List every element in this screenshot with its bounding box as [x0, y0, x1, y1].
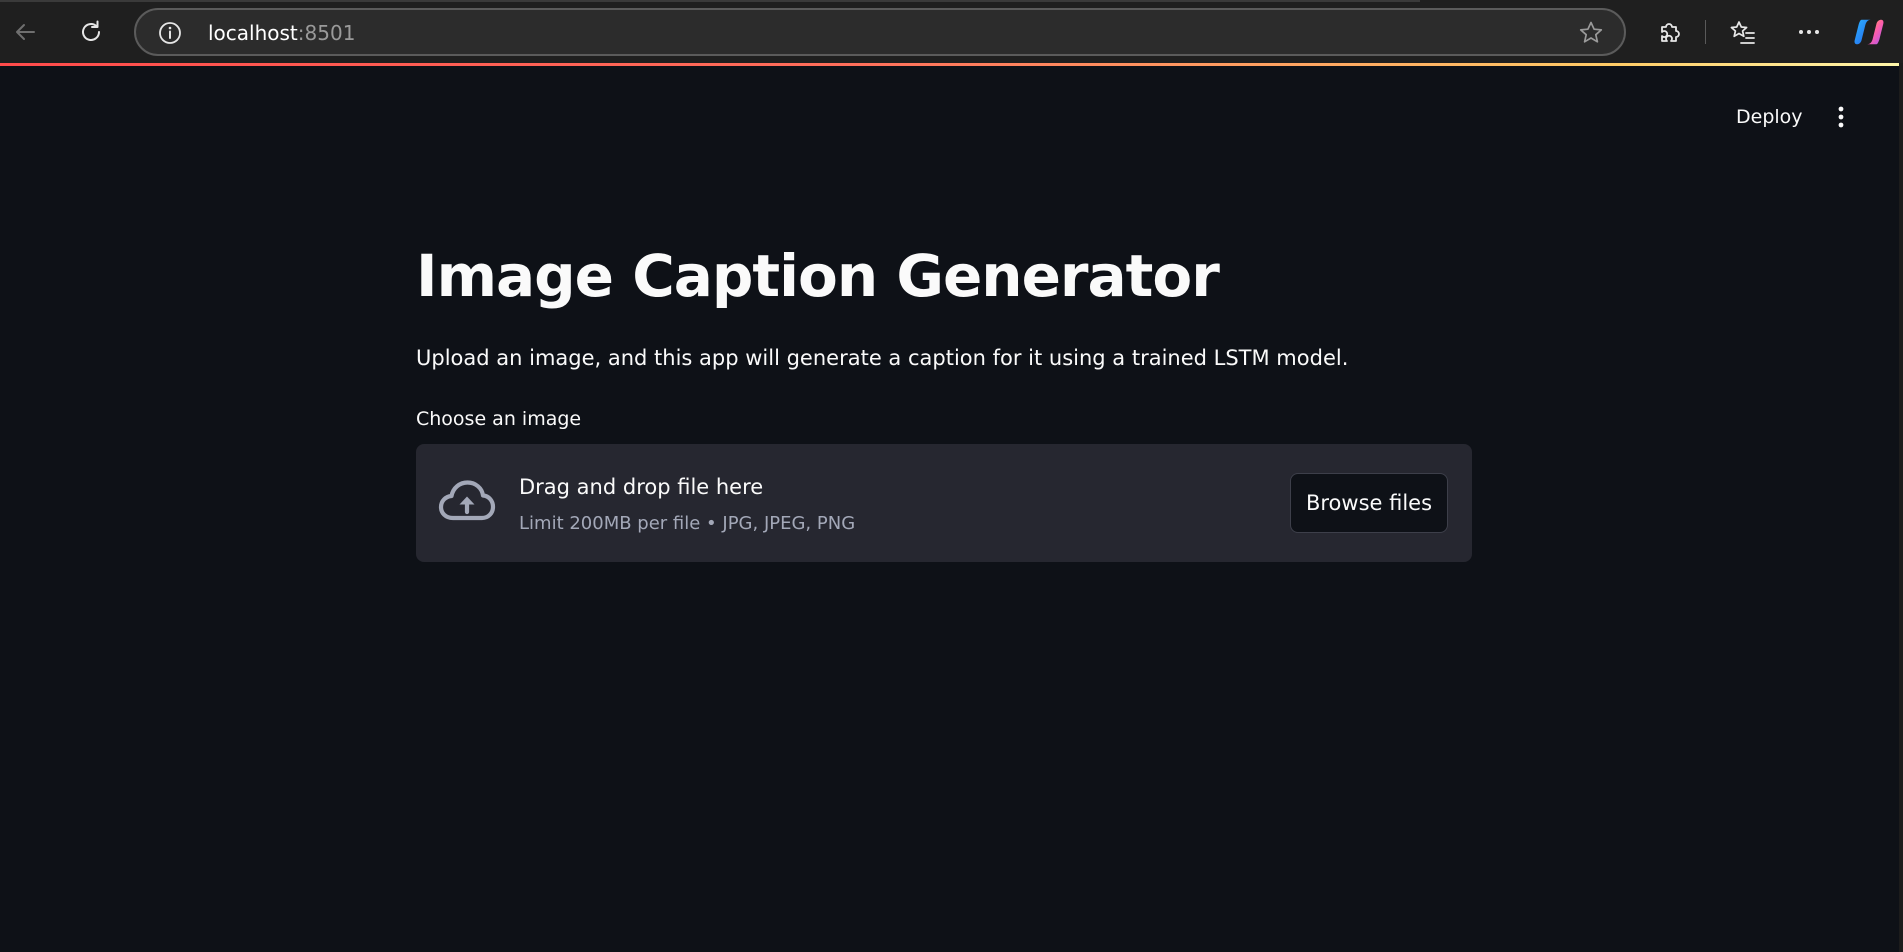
star-icon[interactable] [1578, 20, 1604, 46]
refresh-button[interactable] [72, 13, 110, 51]
more-horizontal-icon [1799, 30, 1819, 34]
extensions-button[interactable] [1654, 16, 1686, 48]
favorites-list-icon [1730, 21, 1755, 44]
app-decoration-bar [0, 63, 1899, 66]
back-button[interactable] [6, 13, 44, 51]
url-port: :8501 [297, 21, 356, 45]
dropzone-hint: Limit 200MB per file • JPG, JPEG, PNG [519, 513, 856, 534]
url-host: localhost [208, 21, 298, 45]
main-menu-button[interactable] [1824, 100, 1858, 134]
url-text[interactable]: localhost:8501 [208, 20, 355, 46]
browser-toolbar: localhost:8501 [0, 0, 1903, 63]
refresh-icon [82, 20, 100, 41]
puzzle-icon [1661, 23, 1680, 42]
deploy-button[interactable]: Deploy [1728, 100, 1811, 134]
toolbar-divider [1705, 20, 1706, 44]
file-dropzone[interactable]: Drag and drop file here Limit 200MB per … [416, 444, 1472, 562]
page-title: Image Caption Generator [416, 242, 1220, 310]
more-vertical-icon [1838, 106, 1844, 128]
back-arrow-icon [16, 24, 35, 40]
browser-more-button[interactable] [1793, 16, 1825, 48]
page-description: Upload an image, and this app will gener… [416, 346, 1349, 370]
cloud-upload-icon [438, 480, 496, 521]
address-bar[interactable]: localhost:8501 [134, 8, 1626, 56]
copilot-button[interactable] [1853, 16, 1885, 48]
browse-files-button[interactable]: Browse files [1290, 473, 1448, 533]
dropzone-title: Drag and drop file here [519, 475, 764, 499]
copilot-icon [1854, 19, 1884, 45]
favorites-button[interactable] [1727, 16, 1759, 48]
scrollbar-track[interactable] [1899, 63, 1903, 952]
file-uploader-label: Choose an image [416, 408, 582, 430]
info-icon[interactable] [158, 21, 182, 45]
tab-strip-edge [0, 0, 1420, 2]
